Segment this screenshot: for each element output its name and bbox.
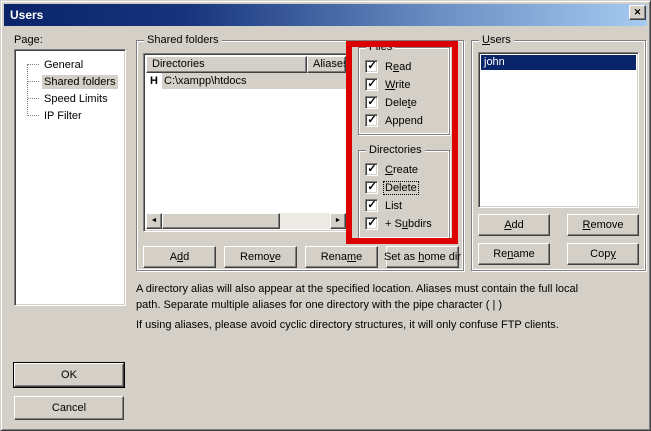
add-user-button[interactable]: Add: [478, 214, 550, 236]
listview-header: Directories Aliases: [146, 56, 346, 73]
close-button[interactable]: ✕: [629, 5, 646, 20]
directories-listview: Directories Aliases H C:\xampp\htdocs ◄ …: [143, 53, 349, 232]
home-marker: H: [146, 73, 162, 89]
tree-branch-icon: [28, 64, 39, 65]
checkbox[interactable]: ✓: [365, 96, 378, 109]
rename-user-button[interactable]: Rename: [478, 243, 550, 265]
checkbox-write[interactable]: ✓ Write: [365, 78, 424, 91]
help-text-line3: If using aliases, please avoid cyclic di…: [136, 319, 651, 331]
files-group-label: Files: [366, 41, 395, 54]
check-icon: ✓: [367, 79, 376, 90]
checkbox-delete-file[interactable]: ✓ Delete: [365, 96, 424, 109]
rename-folder-button[interactable]: Rename: [305, 246, 378, 268]
checkbox[interactable]: ✓: [365, 114, 378, 127]
page-tree: General Shared folders Speed Limits IP F…: [14, 49, 126, 306]
check-icon: ✓: [367, 200, 376, 211]
column-header-directories[interactable]: Directories: [146, 56, 307, 73]
column-header-aliases[interactable]: Aliases: [307, 56, 346, 73]
title-bar[interactable]: Users: [4, 4, 647, 26]
ok-button[interactable]: OK: [14, 363, 124, 387]
checkbox-label: List: [384, 200, 403, 212]
checkbox[interactable]: ✓: [365, 60, 378, 73]
directories-options: ✓ Create ✓ Delete ✓ List ✓ + Subdirs: [365, 163, 433, 235]
cancel-button[interactable]: Cancel: [14, 396, 124, 420]
remove-folder-button[interactable]: Remove: [224, 246, 297, 268]
tree-item-general[interactable]: General: [17, 56, 123, 73]
checkbox-label: Delete: [384, 182, 418, 194]
check-icon: ✓: [367, 218, 376, 229]
check-icon: ✓: [367, 97, 376, 108]
directory-path: C:\xampp\htdocs: [162, 73, 346, 89]
arrow-right-icon: ►: [335, 217, 342, 224]
tree-branch-icon: [28, 115, 39, 116]
checkbox-label: Delete: [384, 97, 418, 109]
tree-item-ip-filter[interactable]: IP Filter: [17, 107, 123, 124]
checkbox-list[interactable]: ✓ List: [365, 199, 433, 212]
check-icon: ✓: [367, 115, 376, 126]
tree-branch-icon: [28, 81, 39, 82]
scroll-left-button[interactable]: ◄: [146, 213, 162, 229]
scrollbar-thumb[interactable]: [162, 213, 280, 229]
checkbox-label: Create: [384, 164, 419, 176]
close-icon: ✕: [634, 7, 642, 17]
checkbox[interactable]: ✓: [365, 163, 378, 176]
shared-folders-group-label: Shared folders: [144, 34, 222, 47]
checkbox-append[interactable]: ✓ Append: [365, 114, 424, 127]
tree-item-speed-limits[interactable]: Speed Limits: [17, 90, 123, 107]
scrollbar-track[interactable]: [280, 213, 330, 229]
users-listbox: john: [478, 52, 639, 208]
user-list-item[interactable]: john: [481, 55, 636, 70]
checkbox-subdirs[interactable]: ✓ + Subdirs: [365, 217, 433, 230]
copy-user-button[interactable]: Copy: [567, 243, 639, 265]
checkbox-label: Read: [384, 61, 412, 73]
checkbox-read[interactable]: ✓ Read: [365, 60, 424, 73]
directories-group-label: Directories: [366, 144, 425, 157]
horizontal-scrollbar[interactable]: ◄ ►: [146, 213, 346, 229]
users-dialog: Users ✕ Page: General Shared folders Spe…: [0, 0, 651, 431]
check-icon: ✓: [367, 164, 376, 175]
check-icon: ✓: [367, 182, 376, 193]
help-text-line1: A directory alias will also appear at th…: [136, 283, 651, 295]
check-icon: ✓: [367, 61, 376, 72]
tree-item-shared-folders[interactable]: Shared folders: [17, 73, 123, 90]
checkbox-label: Append: [384, 115, 424, 127]
set-home-dir-button[interactable]: Set as home dir: [386, 246, 459, 268]
remove-user-button[interactable]: Remove: [567, 214, 639, 236]
add-folder-button[interactable]: Add: [143, 246, 216, 268]
checkbox[interactable]: ✓: [365, 217, 378, 230]
window-title: Users: [10, 8, 43, 22]
checkbox[interactable]: ✓: [365, 78, 378, 91]
checkbox[interactable]: ✓: [365, 199, 378, 212]
scroll-right-button[interactable]: ►: [330, 213, 346, 229]
checkbox[interactable]: ✓: [365, 181, 378, 194]
users-group-label: Users: [479, 34, 514, 47]
checkbox-delete-dir[interactable]: ✓ Delete: [365, 181, 433, 194]
checkbox-create[interactable]: ✓ Create: [365, 163, 433, 176]
checkbox-label: Write: [384, 79, 411, 91]
directory-row[interactable]: H C:\xampp\htdocs: [146, 73, 346, 89]
files-options: ✓ Read ✓ Write ✓ Delete ✓ Append: [365, 60, 424, 132]
help-text-line2: path. Separate multiple aliases for one …: [136, 299, 651, 311]
checkbox-label: + Subdirs: [384, 218, 433, 230]
arrow-left-icon: ◄: [151, 217, 158, 224]
tree-branch-icon: [28, 98, 39, 99]
page-label: Page:: [14, 34, 43, 46]
